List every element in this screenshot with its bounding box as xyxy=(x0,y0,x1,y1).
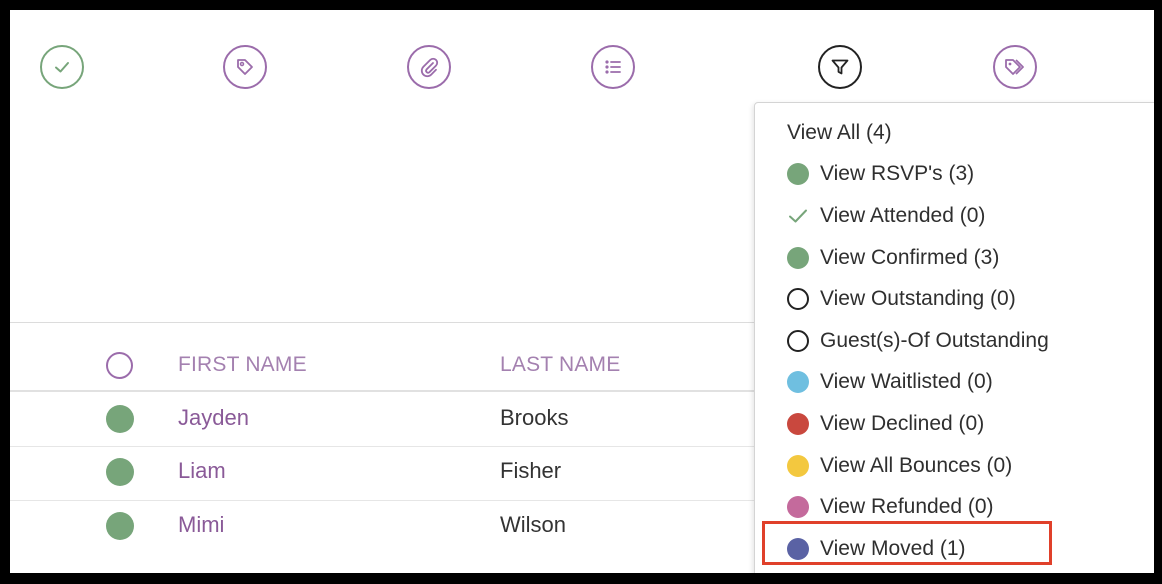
refunded-dot-icon xyxy=(787,496,809,518)
menu-item-label: Guest(s)-Of Outstanding xyxy=(820,329,1049,352)
app-frame: FIRST NAME LAST NAME Jayden Brooks Liam … xyxy=(10,10,1154,573)
filter-view-confirmed[interactable]: View Confirmed (3) xyxy=(787,243,999,273)
waitlisted-dot-icon xyxy=(787,371,809,393)
header-divider xyxy=(10,390,756,392)
table-top-divider xyxy=(10,322,756,323)
confirmed-dot-icon xyxy=(787,247,809,269)
paperclip-icon[interactable] xyxy=(407,45,451,89)
menu-item-label: View All (4) xyxy=(787,121,892,144)
open-circle-icon xyxy=(787,330,809,352)
filter-view-declined[interactable]: View Declined (0) xyxy=(787,409,984,439)
status-dot[interactable] xyxy=(106,458,134,486)
status-dot[interactable] xyxy=(106,512,134,540)
filter-dropdown-menu: View All (4) View RSVP's (3) View Attend… xyxy=(754,102,1154,573)
filter-icon[interactable] xyxy=(818,45,862,89)
last-name-cell: Fisher xyxy=(500,458,562,483)
select-all-checkbox[interactable] xyxy=(106,352,133,379)
menu-item-label: View Confirmed (3) xyxy=(820,246,1000,269)
filter-view-outstanding[interactable]: View Outstanding (0) xyxy=(787,284,1016,314)
highlight-annotation-box xyxy=(762,521,1052,565)
menu-item-label: View Outstanding (0) xyxy=(820,287,1016,310)
row-divider xyxy=(10,500,756,501)
filter-view-attended[interactable]: View Attended (0) xyxy=(787,201,985,231)
checkmark-icon xyxy=(787,205,809,227)
filter-view-refunded[interactable]: View Refunded (0) xyxy=(787,492,994,522)
bounces-dot-icon xyxy=(787,455,809,477)
tag-icon[interactable] xyxy=(223,45,267,89)
filter-view-rsvps[interactable]: View RSVP's (3) xyxy=(787,159,974,189)
list-icon[interactable] xyxy=(591,45,635,89)
last-name-cell: Brooks xyxy=(500,405,569,430)
menu-item-label: View Waitlisted (0) xyxy=(820,370,993,393)
filter-guests-of-outstanding[interactable]: Guest(s)-Of Outstanding xyxy=(787,326,1049,356)
declined-dot-icon xyxy=(787,413,809,435)
check-circle-icon[interactable] xyxy=(40,45,84,89)
menu-item-label: View Refunded (0) xyxy=(820,495,994,518)
menu-item-label: View Attended (0) xyxy=(820,204,986,227)
filter-view-all-bounces[interactable]: View All Bounces (0) xyxy=(787,451,1012,481)
menu-item-label: View RSVP's (3) xyxy=(820,162,975,185)
column-header-first-name[interactable]: FIRST NAME xyxy=(178,353,307,377)
open-circle-icon xyxy=(787,288,809,310)
first-name-link[interactable]: Liam xyxy=(178,458,226,484)
menu-item-label: View All Bounces (0) xyxy=(820,454,1013,477)
status-dot[interactable] xyxy=(106,405,134,433)
first-name-link[interactable]: Mimi xyxy=(178,512,224,538)
tags-icon[interactable] xyxy=(993,45,1037,89)
filter-view-all[interactable]: View All (4) xyxy=(787,118,892,148)
row-divider xyxy=(10,446,756,447)
column-header-last-name[interactable]: LAST NAME xyxy=(500,353,620,377)
rsvp-dot-icon xyxy=(787,163,809,185)
menu-item-label: View Declined (0) xyxy=(820,412,985,435)
last-name-cell: Wilson xyxy=(500,512,567,537)
first-name-link[interactable]: Jayden xyxy=(178,405,249,431)
filter-view-waitlisted[interactable]: View Waitlisted (0) xyxy=(787,367,993,397)
